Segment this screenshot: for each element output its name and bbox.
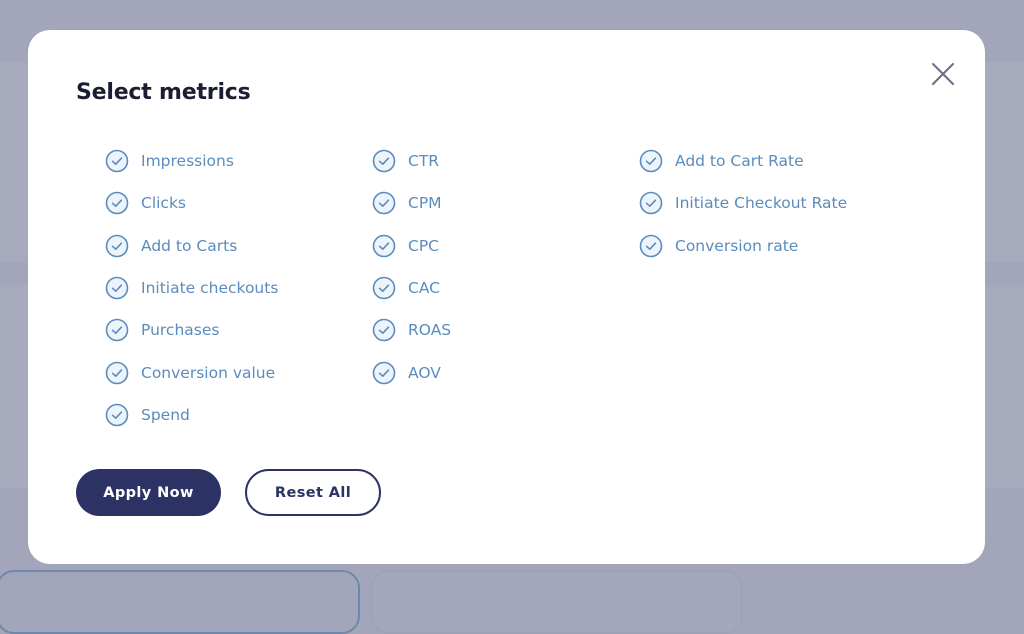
select-metrics-modal: Select metrics Impressions Clicks Add to C… (28, 30, 985, 564)
metric-checkbox-item[interactable]: CAC (372, 267, 451, 309)
metric-checkbox-item[interactable]: Purchases (105, 309, 278, 351)
metric-label: Add to Cart Rate (675, 152, 804, 171)
metric-label: Initiate checkouts (141, 279, 279, 298)
metric-label: Conversion rate (675, 236, 799, 255)
checked-circle-icon (372, 276, 396, 300)
metric-label: AOV (408, 363, 441, 382)
checked-circle-icon (105, 192, 129, 215)
background-card-selected (0, 570, 360, 634)
checked-circle-icon (105, 361, 129, 384)
metric-checkbox-item[interactable]: Conversion rate (639, 225, 847, 267)
checked-circle-icon (639, 149, 663, 173)
metric-checkbox-item[interactable]: AOV (372, 351, 451, 393)
checked-circle-icon (372, 319, 396, 342)
metric-checkbox-item[interactable]: CPM (372, 182, 451, 224)
checked-circle-icon (372, 149, 396, 173)
metric-label: CAC (408, 279, 440, 298)
checked-circle-icon (372, 234, 396, 258)
checked-circle-icon (372, 361, 396, 384)
metric-checkbox-item[interactable]: Initiate Checkout Rate (639, 182, 847, 224)
metric-checkbox-item[interactable]: ROAS (372, 309, 451, 351)
metric-label: Clicks (141, 194, 187, 213)
close-icon (932, 63, 954, 85)
checked-circle-icon (639, 234, 663, 258)
close-button[interactable] (929, 60, 957, 88)
metric-label: Add to Carts (141, 236, 238, 255)
metrics-column-1: Impressions Clicks Add to Carts Initiate ch… (105, 140, 278, 436)
metric-label: CPC (408, 236, 439, 255)
metrics-column-3: Add to Cart Rate Initiate Checkout Rate Co… (639, 140, 847, 267)
metric-checkbox-item[interactable]: Add to Carts (105, 225, 278, 267)
metric-label: CPM (408, 194, 442, 213)
metric-label: ROAS (408, 321, 452, 340)
metrics-column-2: CTR CPM CPC CAC ROAS AOV (372, 140, 451, 394)
metric-checkbox-item[interactable]: Spend (105, 394, 278, 436)
checked-circle-icon (105, 403, 129, 427)
metric-label: Conversion value (141, 363, 276, 382)
metric-label: CTR (408, 152, 440, 171)
metric-label: Initiate Checkout Rate (675, 194, 848, 213)
checked-circle-icon (105, 319, 129, 342)
reset-all-button[interactable]: Reset All (245, 469, 381, 516)
metric-label: Spend (141, 405, 190, 424)
checked-circle-icon (105, 149, 129, 173)
metric-checkbox-item[interactable]: Impressions (105, 140, 278, 182)
background-card (371, 570, 743, 634)
metric-checkbox-item[interactable]: Clicks (105, 182, 278, 224)
metric-checkbox-item[interactable]: Conversion value (105, 351, 278, 393)
apply-now-button[interactable]: Apply Now (76, 469, 221, 516)
metric-checkbox-item[interactable]: Initiate checkouts (105, 267, 278, 309)
metric-label: Purchases (141, 321, 220, 340)
metric-checkbox-item[interactable]: Add to Cart Rate (639, 140, 847, 182)
checked-circle-icon (639, 192, 663, 215)
modal-title: Select metrics (76, 80, 251, 105)
checked-circle-icon (372, 192, 396, 215)
metric-label: Impressions (141, 152, 234, 171)
metric-checkbox-item[interactable]: CTR (372, 140, 451, 182)
checked-circle-icon (105, 234, 129, 258)
metric-checkbox-item[interactable]: CPC (372, 225, 451, 267)
checked-circle-icon (105, 276, 129, 300)
